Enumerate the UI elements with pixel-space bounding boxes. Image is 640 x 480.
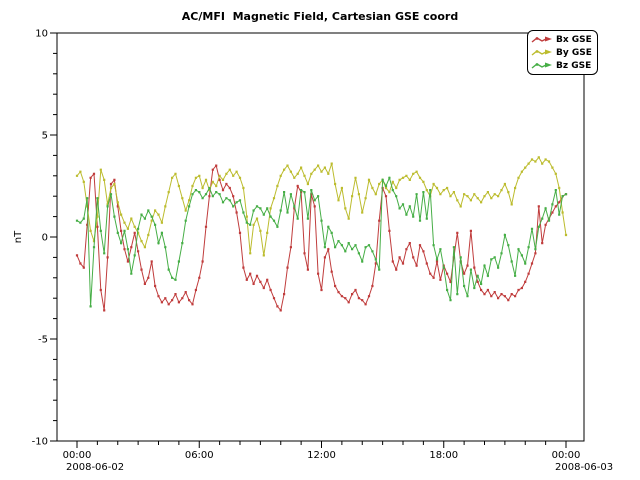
x-tick-label: 06:00 [185, 450, 214, 461]
y-tick-label: 10 [35, 29, 48, 40]
axes: -10-5051000:0006:0012:0018:0000:002008-0… [32, 29, 613, 474]
y-tick-label: -10 [32, 437, 48, 448]
y-axis-label: nT [13, 230, 24, 243]
legend-item-bz: Bz GSE [531, 59, 592, 72]
y-tick-label: 0 [42, 233, 48, 244]
y-tick-label: -5 [38, 335, 48, 346]
legend-label: Bz GSE [556, 61, 591, 71]
x-start-date-label: 2008-06-02 [66, 462, 124, 473]
x-tick-label: 18:00 [429, 450, 458, 461]
legend-line-sample-icon [531, 48, 553, 57]
legend-item-bx: Bx GSE [531, 33, 592, 46]
x-tick-label: 12:00 [307, 450, 336, 461]
y-tick-label: 5 [42, 131, 48, 142]
series-markers-by [76, 156, 567, 256]
legend-label: Bx GSE [556, 35, 592, 45]
legend-line-sample-icon [531, 35, 553, 44]
x-tick-label: 00:00 [552, 450, 581, 461]
series-line-bx [77, 166, 566, 311]
x-tick-label: 00:00 [63, 450, 92, 461]
legend-line-sample-icon [531, 61, 553, 70]
x-end-date-label: 2008-06-03 [555, 462, 613, 473]
legend-item-by: By GSE [531, 46, 592, 59]
legend: Bx GSE By GSE Bz GSE [527, 30, 598, 75]
legend-label: By GSE [556, 48, 592, 58]
series-markers-bx [76, 165, 567, 312]
chart-title: AC/MFI Magnetic Field, Cartesian GSE coo… [182, 10, 458, 23]
data-series [76, 156, 567, 311]
